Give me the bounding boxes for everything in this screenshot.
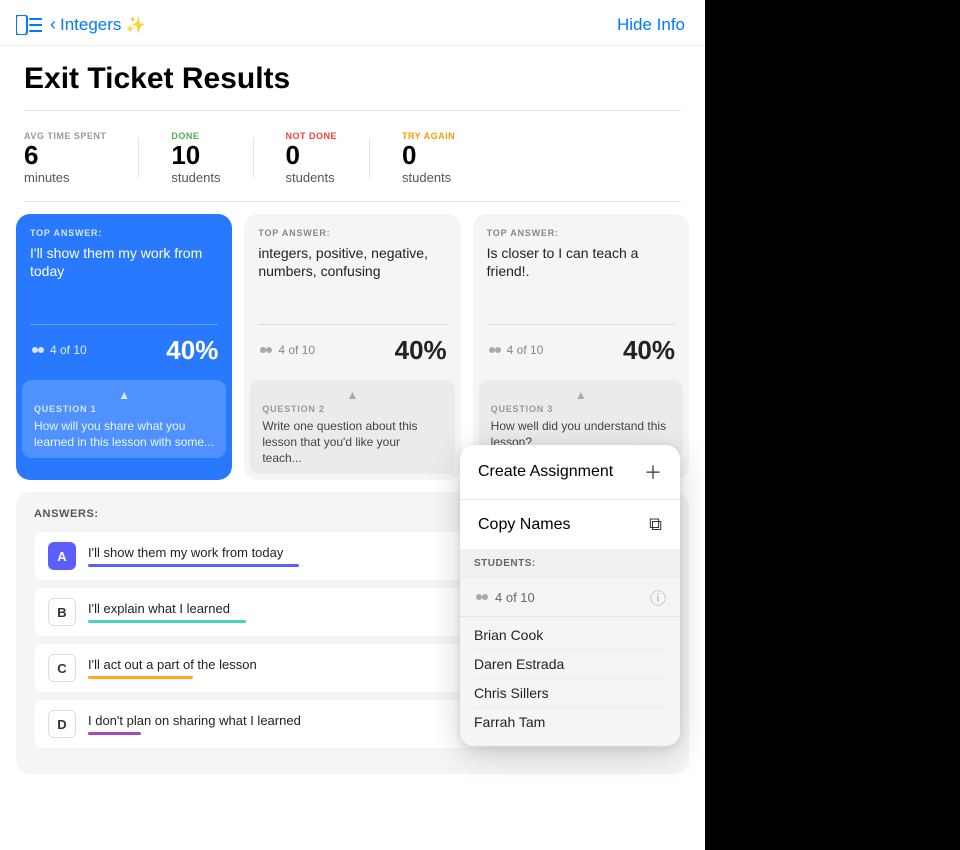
q2-top-answer-text: integers, positive, negative, numbers, c… xyxy=(258,244,446,282)
create-assignment-label: Create Assignment xyxy=(478,463,613,481)
main-panel: ‹ Integers ✨ Hide Info Exit Ticket Resul… xyxy=(0,0,705,850)
answer-letter-d: D xyxy=(48,710,76,738)
q1-num-label: QUESTION 1 xyxy=(34,404,214,414)
q2-card-bottom: ▲ QUESTION 2 Write one question about th… xyxy=(250,380,454,475)
q2-text: Write one question about this lesson tha… xyxy=(262,418,442,467)
q3-top-answer-text: Is closer to I can teach a friend!. xyxy=(487,244,675,282)
back-chevron-icon: ‹ xyxy=(50,14,56,35)
q3-chevron-icon: ▲ xyxy=(491,388,671,404)
student-name-2: Daren Estrada xyxy=(474,650,666,679)
page-title: Exit Ticket Results xyxy=(0,46,705,102)
answer-letter-b: B xyxy=(48,598,76,626)
sidebar-toggle-icon[interactable] xyxy=(16,15,42,35)
answer-bar-b xyxy=(88,620,246,623)
students-count-row: 4 of 10 ⓘ xyxy=(460,578,680,617)
stat-done: DONE 10 students xyxy=(171,131,220,185)
q1-card-stats: 4 of 10 40% xyxy=(16,325,232,376)
back-button[interactable]: ‹ Integers ✨ xyxy=(50,14,145,35)
stat-separator-2 xyxy=(253,138,254,178)
q2-top-answer-label: TOP ANSWER: xyxy=(258,228,446,238)
stats-divider xyxy=(24,201,681,202)
q1-text: How will you share what you learned in t… xyxy=(34,418,214,450)
sparkle-icon: ✨ xyxy=(125,15,145,35)
title-divider xyxy=(24,110,681,111)
tryagain-unit: students xyxy=(402,170,455,185)
student-name-3: Chris Sillers xyxy=(474,679,666,708)
stat-separator-3 xyxy=(369,138,370,178)
students-info-icon: ⓘ xyxy=(650,585,666,609)
q2-card-stats: 4 of 10 40% xyxy=(244,325,460,376)
q3-card-stats: 4 of 10 40% xyxy=(473,325,689,376)
q3-num-label: QUESTION 3 xyxy=(491,404,671,414)
right-dark-panel xyxy=(705,0,960,850)
done-unit: students xyxy=(171,170,220,185)
stat-tryagain: TRY AGAIN 0 students xyxy=(402,131,455,185)
stat-separator-1 xyxy=(138,138,139,178)
answer-bar-a xyxy=(88,564,299,567)
q1-card-bottom: ▲ QUESTION 1 How will you share what you… xyxy=(22,380,226,458)
nav-left: ‹ Integers ✨ xyxy=(16,14,145,35)
answer-bar-c xyxy=(88,676,193,679)
create-assignment-item[interactable]: Create Assignment ＋ xyxy=(460,445,680,499)
tryagain-value: 0 xyxy=(402,141,455,170)
stats-row: AVG TIME SPENT 6 minutes DONE 10 student… xyxy=(0,119,705,197)
copy-names-item[interactable]: Copy Names ⧉ xyxy=(460,500,680,549)
hide-info-button[interactable]: Hide Info xyxy=(617,15,685,35)
answer-bar-d xyxy=(88,732,141,735)
plus-icon: ＋ xyxy=(644,459,662,485)
copy-names-label: Copy Names xyxy=(478,516,570,534)
students-subpanel: STUDENTS: 4 of 10 ⓘ Brian Cook Daren Est… xyxy=(460,549,680,746)
student-name-1: Brian Cook xyxy=(474,621,666,650)
notdone-unit: students xyxy=(286,170,338,185)
card-top-1: TOP ANSWER: I'll show them my work from … xyxy=(16,214,232,324)
back-label: Integers xyxy=(60,15,121,35)
question-card-2[interactable]: TOP ANSWER: integers, positive, negative… xyxy=(244,214,460,481)
answer-letter-a: A xyxy=(48,542,76,570)
card-top-2: TOP ANSWER: integers, positive, negative… xyxy=(244,214,460,324)
q3-count: 4 of 10 xyxy=(487,343,544,357)
top-nav: ‹ Integers ✨ Hide Info xyxy=(0,0,705,46)
stat-notdone: NOT DONE 0 students xyxy=(286,131,338,185)
q2-num-label: QUESTION 2 xyxy=(262,404,442,414)
q2-percent: 40% xyxy=(395,335,447,366)
copy-icon: ⧉ xyxy=(649,514,662,535)
questions-row: TOP ANSWER: I'll show them my work from … xyxy=(0,214,705,481)
stat-avg-time: AVG TIME SPENT 6 minutes xyxy=(24,131,106,185)
q3-percent: 40% xyxy=(623,335,675,366)
q1-percent: 40% xyxy=(166,335,218,366)
students-list: Brian Cook Daren Estrada Chris Sillers F… xyxy=(460,617,680,746)
q1-count: 4 of 10 xyxy=(30,343,87,357)
avg-time-value: 6 xyxy=(24,141,106,170)
context-menu-popup: Create Assignment ＋ Copy Names ⧉ STUDENT… xyxy=(460,445,680,746)
question-card-3[interactable]: TOP ANSWER: Is closer to I can teach a f… xyxy=(473,214,689,481)
q3-top-answer-label: TOP ANSWER: xyxy=(487,228,675,238)
question-card-1[interactable]: TOP ANSWER: I'll show them my work from … xyxy=(16,214,232,481)
q2-count: 4 of 10 xyxy=(258,343,315,357)
avg-time-unit: minutes xyxy=(24,170,106,185)
q1-top-answer-text: I'll show them my work from today xyxy=(30,244,218,282)
q1-chevron-icon: ▲ xyxy=(34,388,214,404)
card-top-3: TOP ANSWER: Is closer to I can teach a f… xyxy=(473,214,689,324)
q1-top-answer-label: TOP ANSWER: xyxy=(30,228,218,238)
notdone-value: 0 xyxy=(286,141,338,170)
done-value: 10 xyxy=(171,141,220,170)
students-label: STUDENTS: xyxy=(474,558,536,569)
students-count: 4 of 10 xyxy=(474,590,535,605)
q2-chevron-icon: ▲ xyxy=(262,388,442,404)
student-name-4: Farrah Tam xyxy=(474,708,666,736)
answer-letter-c: C xyxy=(48,654,76,682)
